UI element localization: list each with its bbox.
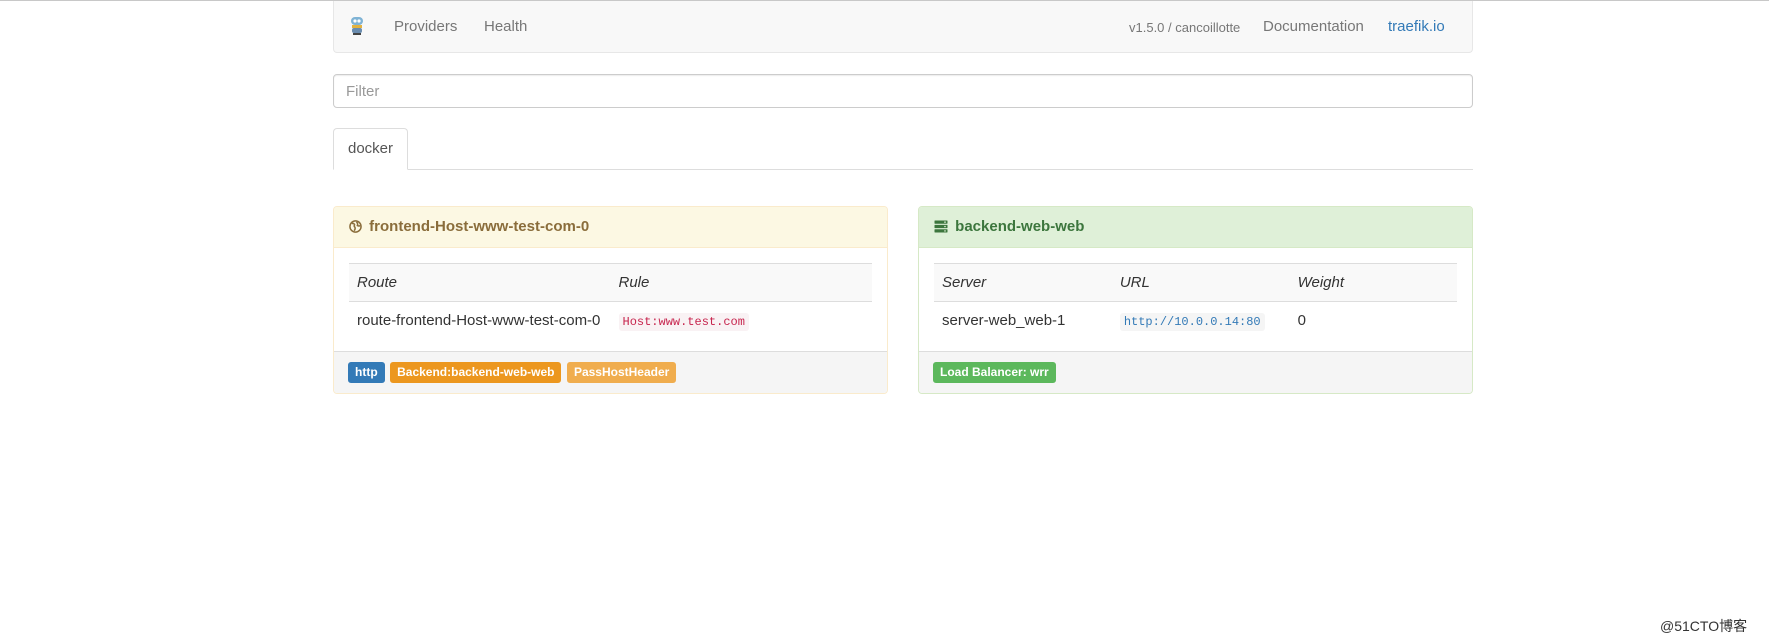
watermark-text: @51CTO博客 — [1660, 618, 1748, 634]
server-url-link[interactable]: http://10.0.0.14:80 — [1119, 313, 1265, 332]
table-row: route-frontend-Host-www-test-com-0 Host:… — [349, 302, 872, 340]
entrypoint-label: http — [348, 362, 385, 383]
backend-servers-table: Server URL Weight server-web_web-1 http:… — [934, 263, 1457, 340]
filter-input[interactable] — [333, 74, 1473, 108]
backend-title: backend-web-web — [955, 218, 1085, 235]
frontend-panel-body: Route Rule route-frontend-Host-www-test-… — [334, 248, 887, 353]
column-header-weight: Weight — [1289, 263, 1457, 302]
backend-panel: backend-web-web Server URL Weight server… — [918, 206, 1473, 394]
navbar: Providers Health v1.5.0 / cancoillotte D… — [333, 1, 1473, 53]
frontend-title: frontend-Host-www-test-com-0 — [369, 218, 590, 235]
column-header-rule: Rule — [610, 263, 872, 302]
version-text: v1.5.0 / cancoillotte — [1129, 20, 1241, 35]
pass-host-header-label: PassHostHeader — [566, 362, 677, 383]
server-weight: 0 — [1297, 312, 1306, 330]
frontend-panel: frontend-Host-www-test-com-0 Route Rule … — [333, 206, 888, 394]
backend-panel-footer: Load Balancer: wrr — [919, 351, 1472, 393]
load-balancer-label: Load Balancer: wrr — [933, 362, 1056, 383]
server-name: server-web_web-1 — [942, 312, 1066, 330]
url-cell: http://10.0.0.14:80 — [1112, 302, 1290, 340]
column-header-url: URL — [1111, 263, 1290, 302]
backend-panel-heading: backend-web-web — [919, 207, 1472, 248]
nav-providers[interactable]: Providers — [394, 18, 457, 35]
table-row: server-web_web-1 http://10.0.0.14:80 0 — [934, 302, 1457, 340]
nav-health[interactable]: Health — [484, 18, 527, 35]
nav-traefik-io[interactable]: traefik.io — [1388, 18, 1445, 35]
backend-panel-body: Server URL Weight server-web_web-1 http:… — [919, 248, 1472, 353]
frontend-panel-footer: http Backend:backend-web-web PassHostHea… — [334, 351, 887, 393]
nav-documentation[interactable]: Documentation — [1263, 18, 1364, 35]
frontend-panel-heading: frontend-Host-www-test-com-0 — [334, 207, 887, 248]
frontend-routes-table: Route Rule route-frontend-Host-www-test-… — [349, 263, 872, 340]
column-header-server: Server — [934, 263, 1112, 302]
tab-docker[interactable]: docker — [333, 128, 408, 170]
server-stack-icon — [934, 220, 948, 233]
column-header-route: Route — [349, 263, 611, 302]
route-name: route-frontend-Host-www-test-com-0 — [357, 312, 601, 330]
tabs-border — [333, 169, 1473, 170]
rule-value: Host:www.test.com — [618, 313, 749, 332]
rule-cell: Host:www.test.com — [611, 302, 873, 340]
globe-icon — [349, 220, 362, 233]
backend-link-label[interactable]: Backend:backend-web-web — [390, 362, 562, 383]
traefik-gopher-icon[interactable] — [350, 16, 364, 36]
